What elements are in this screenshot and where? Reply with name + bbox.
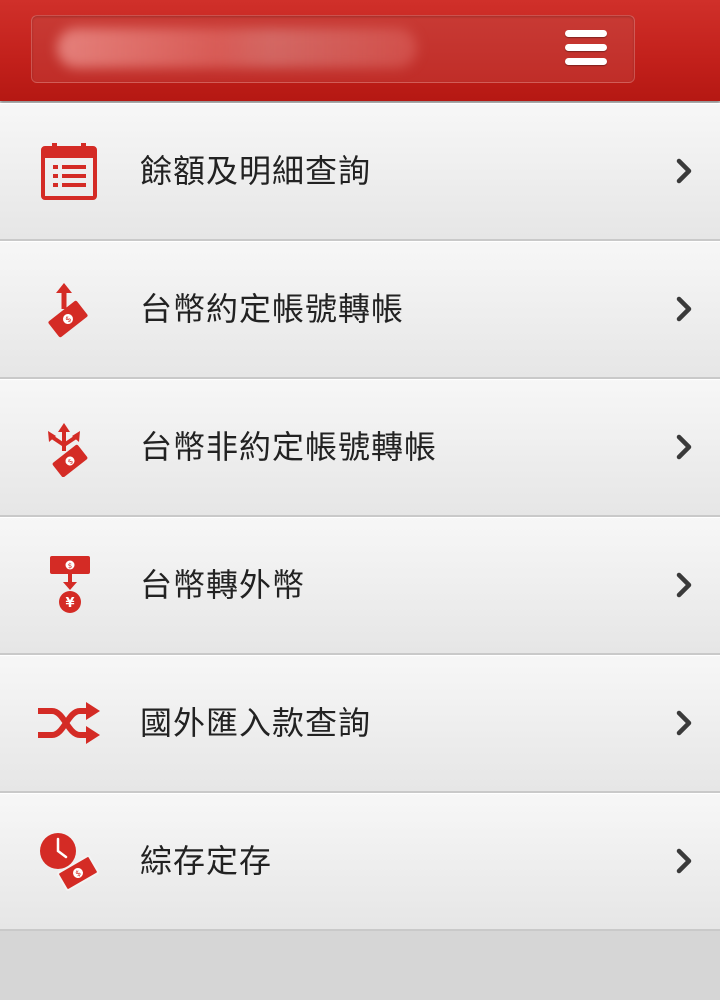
menu-item-label: 綜存定存 [140, 842, 273, 880]
calendar-list-icon [34, 141, 102, 201]
app-screen: 餘額及明細查詢 $ 台幣約定帳號轉帳 $ 台幣非約定帳號轉帳 $ ¥ 台幣轉外幣… [0, 0, 720, 1000]
menu-item-label: 餘額及明細查詢 [140, 152, 372, 190]
clock-money-icon: $ [34, 831, 102, 891]
money-transfer-up-icon: $ [34, 279, 102, 339]
chevron-right-icon [672, 569, 696, 601]
currency-exchange-yen-icon: $ ¥ [34, 555, 102, 615]
title-bar [31, 15, 635, 83]
menu-item-label: 台幣非約定帳號轉帳 [140, 428, 438, 466]
money-transfer-multi-arrow-icon: $ [34, 417, 102, 477]
menu-item-non-designated-transfer[interactable]: $ 台幣非約定帳號轉帳 [0, 379, 720, 517]
menu-item-designated-transfer[interactable]: $ 台幣約定帳號轉帳 [0, 241, 720, 379]
menu-item-time-deposit[interactable]: $ 綜存定存 [0, 793, 720, 931]
menu-item-label: 國外匯入款查詢 [140, 704, 372, 742]
svg-text:$: $ [68, 562, 72, 570]
blurred-title [57, 28, 417, 68]
menu-item-twd-to-foreign[interactable]: $ ¥ 台幣轉外幣 [0, 517, 720, 655]
menu-item-label: 台幣約定帳號轉帳 [140, 290, 405, 328]
chevron-right-icon [672, 707, 696, 739]
menu-list: 餘額及明細查詢 $ 台幣約定帳號轉帳 $ 台幣非約定帳號轉帳 $ ¥ 台幣轉外幣… [0, 103, 720, 931]
chevron-right-icon [672, 431, 696, 463]
chevron-right-icon [672, 845, 696, 877]
chevron-right-icon [672, 155, 696, 187]
shuffle-arrows-icon [34, 693, 102, 753]
chevron-right-icon [672, 293, 696, 325]
menu-item-inward-remittance[interactable]: 國外匯入款查詢 [0, 655, 720, 793]
hamburger-menu-icon[interactable] [556, 22, 616, 74]
menu-item-label: 台幣轉外幣 [140, 566, 306, 604]
svg-text:¥: ¥ [65, 596, 74, 611]
header-bar [0, 0, 720, 101]
menu-item-balance-inquiry[interactable]: 餘額及明細查詢 [0, 103, 720, 241]
